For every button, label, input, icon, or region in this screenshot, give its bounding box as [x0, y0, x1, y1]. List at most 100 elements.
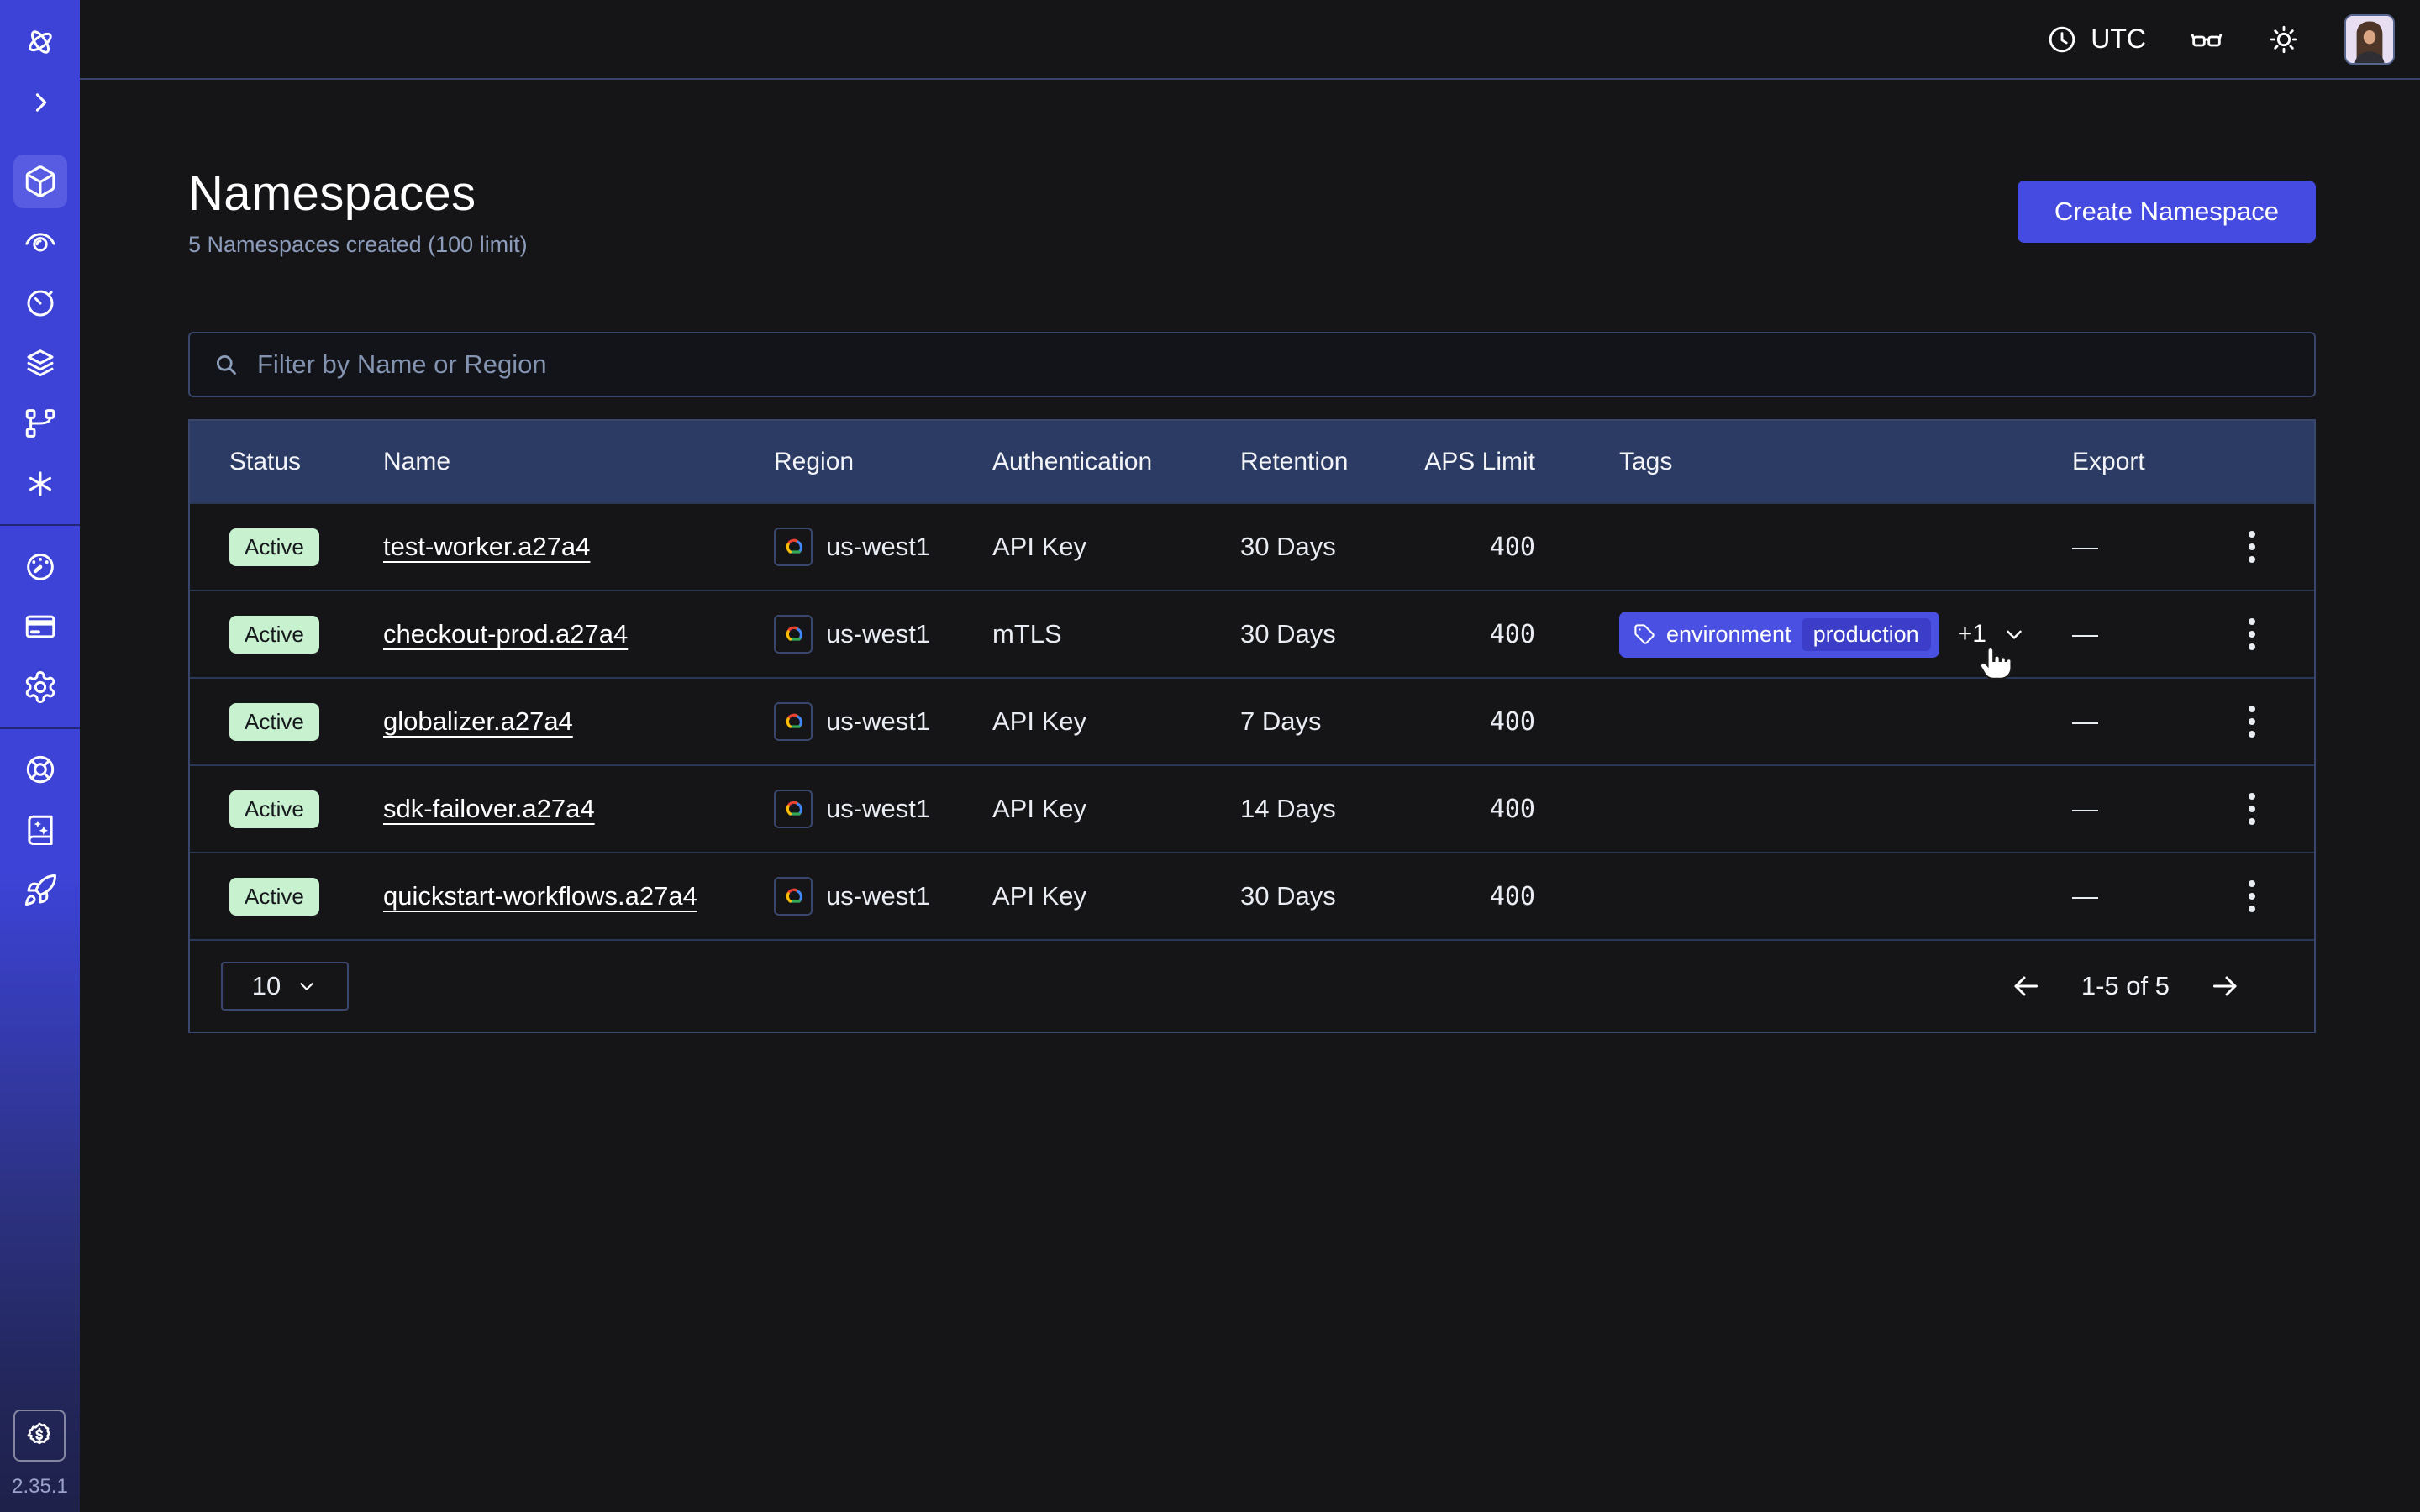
chevron-down-icon[interactable]	[2002, 622, 2027, 647]
column-header: Retention	[1203, 448, 1392, 476]
sidebar-item-billing[interactable]	[0, 596, 80, 657]
export-dash: —	[2072, 706, 2098, 737]
namespace-link[interactable]: test-worker.a27a4	[383, 532, 590, 562]
sidebar-item-docs[interactable]	[0, 800, 80, 860]
sidebar-item-usage[interactable]	[0, 536, 80, 596]
gcp-cloud-icon	[774, 615, 813, 654]
page-size-value: 10	[252, 971, 281, 1001]
sidebar-item-logo[interactable]	[0, 12, 80, 72]
sidebar-item-credits[interactable]	[13, 1410, 66, 1462]
table-footer: 10 1-5 of 5	[190, 939, 2314, 1032]
tag-badge[interactable]: environment production	[1619, 612, 1939, 658]
auth-value: API Key	[955, 706, 1203, 737]
auth-value: mTLS	[955, 619, 1203, 649]
topbar: UTC	[80, 0, 2420, 80]
pager-range: 1-5 of 5	[2081, 971, 2170, 1001]
sidebar-item-deployments[interactable]	[0, 393, 80, 454]
retention-value: 30 Days	[1203, 619, 1392, 649]
status-badge: Active	[229, 790, 319, 828]
gcp-cloud-icon	[774, 702, 813, 741]
sidebar-divider	[0, 524, 80, 526]
cube-icon	[23, 164, 58, 199]
tag-value: production	[1802, 618, 1931, 651]
gcp-cloud-icon	[774, 528, 813, 566]
page-title: Namespaces	[188, 165, 528, 222]
auth-value: API Key	[955, 881, 1203, 911]
status-badge: Active	[229, 616, 319, 654]
namespaces-table: Status Name Region Authentication Retent…	[188, 419, 2316, 1033]
sidebar-expand-button[interactable]	[0, 72, 80, 133]
arrow-right-icon[interactable]	[2208, 969, 2242, 1003]
region-value: us-west1	[826, 532, 930, 562]
sidebar-item-support[interactable]	[0, 739, 80, 800]
status-badge: Active	[229, 703, 319, 741]
auth-value: API Key	[955, 794, 1203, 824]
sidebar-item-namespaces[interactable]	[0, 151, 80, 212]
region-value: us-west1	[826, 619, 930, 649]
asterisk-icon	[23, 466, 58, 501]
filter-box	[188, 332, 2316, 397]
column-header: Name	[346, 448, 737, 476]
sidebar-item-settings[interactable]	[0, 657, 80, 717]
export-dash: —	[2072, 619, 2098, 649]
region-value: us-west1	[826, 794, 930, 824]
pager: 1-5 of 5	[2009, 969, 2242, 1003]
namespace-link[interactable]: checkout-prod.a27a4	[383, 619, 628, 649]
search-icon	[212, 350, 240, 379]
sidebar-item-stacks[interactable]	[0, 333, 80, 393]
gear-icon	[23, 669, 58, 705]
app-version: 2.35.1	[12, 1475, 68, 1499]
tag-icon	[1633, 622, 1656, 646]
filter-input[interactable]	[257, 349, 2292, 380]
temporal-logo	[23, 24, 58, 60]
sun-icon[interactable]	[2267, 23, 2301, 56]
column-header: Tags	[1586, 448, 2052, 476]
retention-value: 7 Days	[1203, 706, 1392, 737]
timer-icon	[23, 285, 58, 320]
sidebar-bottom: 2.35.1	[12, 1410, 68, 1512]
row-menu-button[interactable]	[2244, 701, 2260, 743]
sidebar-item-getting-started[interactable]	[0, 860, 80, 921]
avatar-image	[2346, 16, 2393, 63]
tags-cell: environment production +1	[1586, 612, 2052, 658]
workflow-branch-icon	[23, 406, 58, 441]
sidebar-item-schedules[interactable]	[0, 272, 80, 333]
table-row: Active quickstart-workflows.a27a4 us-wes…	[190, 852, 2314, 939]
sidebar-item-batch[interactable]	[0, 454, 80, 514]
aps-limit-value: 400	[1392, 533, 1586, 562]
row-menu-button[interactable]	[2244, 526, 2260, 568]
table-row: Active globalizer.a27a4 us-west1 API Key…	[190, 677, 2314, 764]
row-menu-button[interactable]	[2244, 788, 2260, 830]
page-subtitle: 5 Namespaces created (100 limit)	[188, 232, 528, 258]
gcp-cloud-icon	[774, 790, 813, 828]
table-row: Active test-worker.a27a4 us-west1 API Ke…	[190, 502, 2314, 590]
glasses-icon[interactable]	[2190, 23, 2223, 56]
chevron-right-icon	[26, 88, 55, 117]
aps-limit-value: 400	[1392, 882, 1586, 911]
row-menu-button[interactable]	[2244, 875, 2260, 917]
user-avatar[interactable]	[2344, 14, 2395, 65]
eye-icon	[23, 224, 58, 260]
namespace-link[interactable]: globalizer.a27a4	[383, 706, 573, 737]
column-header: Authentication	[955, 448, 1203, 476]
row-menu-button[interactable]	[2244, 613, 2260, 655]
namespace-link[interactable]: quickstart-workflows.a27a4	[383, 881, 697, 911]
arrow-left-icon[interactable]	[2009, 969, 2043, 1003]
timezone-button[interactable]: UTC	[2045, 23, 2146, 56]
table-header-row: Status Name Region Authentication Retent…	[190, 421, 2314, 502]
aps-limit-value: 400	[1392, 707, 1586, 737]
gcp-cloud-icon	[774, 877, 813, 916]
clock-icon	[2045, 23, 2079, 56]
retention-value: 30 Days	[1203, 532, 1392, 562]
namespace-link[interactable]: sdk-failover.a27a4	[383, 794, 595, 824]
table-row: Active sdk-failover.a27a4 us-west1 API K…	[190, 764, 2314, 852]
sidebar-item-insights[interactable]	[0, 212, 80, 272]
create-namespace-button[interactable]: Create Namespace	[2018, 181, 2316, 243]
table-row: Active checkout-prod.a27a4 us-west1 mTLS…	[190, 590, 2314, 677]
layers-icon	[23, 345, 58, 381]
page-size-select[interactable]: 10	[221, 962, 349, 1011]
export-dash: —	[2072, 881, 2098, 911]
rocket-icon	[23, 873, 58, 908]
column-header: Region	[737, 448, 955, 476]
status-badge: Active	[229, 878, 319, 916]
